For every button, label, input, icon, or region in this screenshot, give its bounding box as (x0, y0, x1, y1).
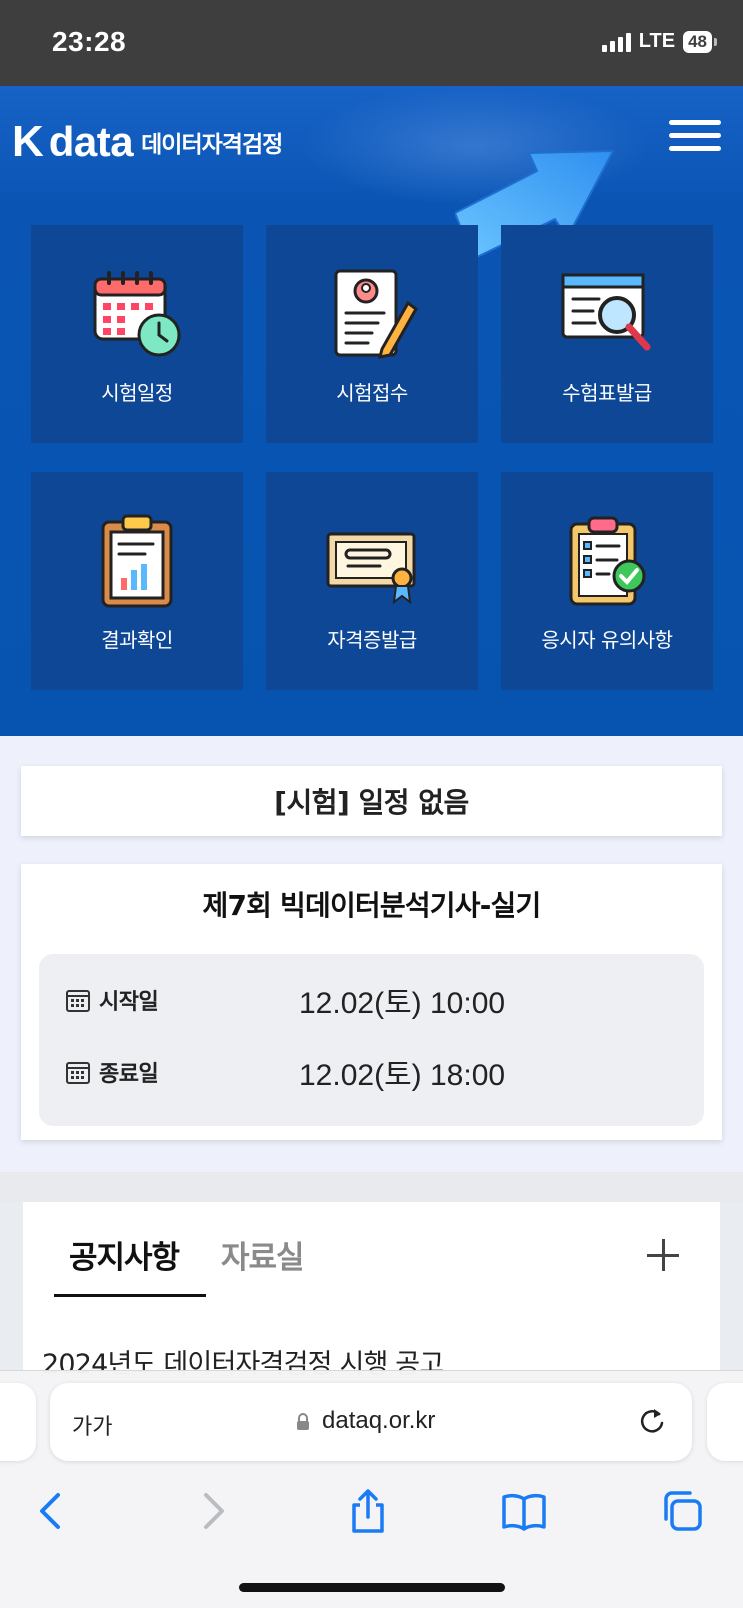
hero-section: K data 데이터자격검정 시험일정 시험접수 수험표발급 결과확인 자격증발… (0, 86, 743, 736)
end-date-label: 종료일 (99, 1062, 159, 1087)
checklist-icon (569, 516, 646, 606)
certificate-icon (326, 532, 416, 605)
section-divider (0, 1172, 743, 1202)
home-indicator (239, 1583, 505, 1592)
tile-label: 수험표발급 (562, 381, 652, 405)
start-date-value: 12.02(토) 10:00 (299, 987, 506, 1020)
battery-tip (714, 37, 717, 46)
exam-title: 제7회 빅데이터분석기사-실기 (202, 889, 542, 922)
tab-archive[interactable]: 자료실 (221, 1232, 305, 1277)
end-date-value: 12.02(토) 18:00 (299, 1059, 506, 1092)
lock-icon (297, 1413, 309, 1430)
clipboard-chart-icon (101, 514, 173, 608)
application-form-icon (334, 269, 418, 359)
tabs-icon[interactable] (658, 1487, 706, 1535)
exam-card[interactable]: 제7회 빅데이터분석기사-실기 시작일 12.02(토) 10:00 종료일 1… (21, 864, 722, 1140)
search-document-icon (561, 273, 651, 351)
hamburger-menu-icon[interactable] (669, 120, 721, 154)
tile-label: 결과확인 (101, 628, 173, 652)
tile-label: 자격증발급 (327, 628, 417, 652)
tile-candidate-notes[interactable]: 응시자 유의사항 (501, 472, 713, 690)
more-plus-icon[interactable] (646, 1238, 680, 1272)
tab-notice[interactable]: 공지사항 (69, 1232, 180, 1277)
back-icon[interactable] (28, 1487, 76, 1535)
tile-label: 시험접수 (336, 381, 408, 405)
tile-label: 응시자 유의사항 (541, 628, 673, 652)
tile-label: 시험일정 (101, 381, 173, 405)
tile-certificate-issuance[interactable]: 자격증발급 (266, 472, 478, 690)
status-time: 23:28 (52, 26, 127, 57)
no-schedule-banner: [시험] 일정 없음 (21, 766, 722, 836)
next-tab-pill[interactable] (707, 1383, 743, 1461)
tile-admission-ticket[interactable]: 수험표발급 (501, 225, 713, 443)
logo-word: data (48, 118, 134, 165)
end-date-row: 종료일 12.02(토) 18:00 (65, 1050, 505, 1094)
tile-exam-schedule[interactable]: 시험일정 (31, 225, 243, 443)
address-bar[interactable]: 가가 dataq.or.kr (50, 1383, 692, 1461)
tile-result-check[interactable]: 결과확인 (31, 472, 243, 690)
start-date-row: 시작일 12.02(토) 10:00 (65, 978, 505, 1022)
logo-mark: K (12, 117, 44, 166)
share-icon[interactable] (344, 1487, 392, 1535)
browser-toolbar: 가가 dataq.or.kr (0, 1370, 743, 1608)
forward-icon[interactable] (188, 1487, 236, 1535)
calendar-icon (66, 990, 90, 1012)
url-text[interactable]: dataq.or.kr (322, 1407, 435, 1435)
calendar-clock-icon (93, 271, 181, 357)
signal-icon (601, 32, 631, 52)
reload-icon[interactable] (636, 1405, 670, 1439)
bookmarks-icon[interactable] (500, 1487, 548, 1535)
tile-exam-registration[interactable]: 시험접수 (266, 225, 478, 443)
logo-subtitle: 데이터자격검정 (141, 132, 283, 158)
previous-tab-pill[interactable] (0, 1383, 36, 1461)
site-logo[interactable]: K data 데이터자격검정 (12, 117, 283, 166)
date-box: 시작일 12.02(토) 10:00 종료일 12.02(토) 18:00 (39, 954, 704, 1126)
start-date-label: 시작일 (99, 990, 159, 1015)
battery-icon: 48 (683, 30, 712, 53)
status-bar: 23:28 LTE 48 (0, 0, 743, 86)
page-settings-button[interactable]: 가가 (72, 1409, 112, 1441)
active-tab-indicator (54, 1294, 206, 1297)
network-type: LTE (638, 30, 676, 52)
calendar-icon (66, 1062, 90, 1084)
status-indicators: LTE 48 (601, 30, 717, 53)
